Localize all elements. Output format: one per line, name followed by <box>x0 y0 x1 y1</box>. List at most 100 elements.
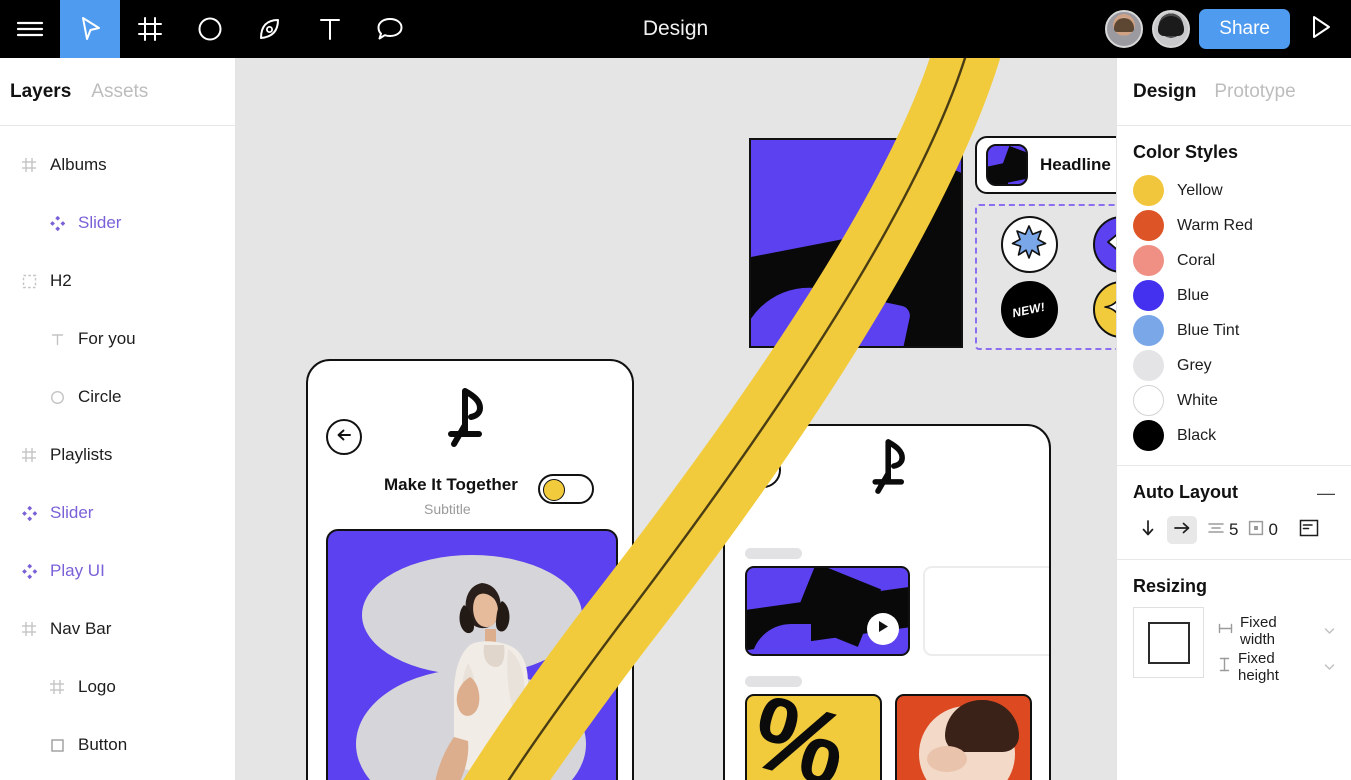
spacing-field[interactable]: 5 <box>1207 520 1238 541</box>
tab-assets[interactable]: Assets <box>91 81 148 103</box>
rewind-icon <box>1104 229 1116 260</box>
padding-field[interactable]: 0 <box>1248 520 1278 541</box>
layer-item-playlists[interactable]: Playlists <box>0 426 235 484</box>
color-style-coral[interactable]: Coral <box>1133 243 1335 278</box>
alignment-icon <box>1299 519 1319 542</box>
layer-item-logo[interactable]: Logo <box>0 658 235 716</box>
frame-tool-button[interactable] <box>120 0 180 58</box>
percent-tile[interactable]: % <box>745 694 882 780</box>
alignment-button[interactable] <box>1294 516 1324 544</box>
main-menu-button[interactable] <box>0 0 60 58</box>
phone-subtitle: Subtitle <box>424 501 471 517</box>
design-canvas[interactable]: Headline NEW! Make It Together Subtitle … <box>236 58 1116 780</box>
auto-layout-header: Auto Layout — <box>1133 482 1335 503</box>
tab-design[interactable]: Design <box>1133 81 1196 103</box>
tab-prototype[interactable]: Prototype <box>1214 81 1295 103</box>
phone-mockup-two[interactable]: % <box>723 424 1051 780</box>
color-style-blue-tint[interactable]: Blue Tint <box>1133 313 1335 348</box>
layer-item-button[interactable]: Button <box>0 716 235 774</box>
toggle-switch[interactable] <box>538 474 594 504</box>
star-8-badge[interactable] <box>1000 216 1058 273</box>
topbar-right-group: Share <box>1105 0 1341 58</box>
collapse-button[interactable]: — <box>1317 484 1335 502</box>
width-icon <box>1218 622 1233 640</box>
share-button[interactable]: Share <box>1199 9 1290 49</box>
color-style-warm-red[interactable]: Warm Red <box>1133 208 1335 243</box>
top-toolbar: Design Share <box>0 0 1351 58</box>
star-8-icon <box>1011 224 1047 265</box>
arrow-down-icon <box>1140 519 1156 542</box>
frame-icon <box>16 152 42 178</box>
layer-item-play-ui[interactable]: Play UI <box>0 542 235 600</box>
text-tool-button[interactable] <box>300 0 360 58</box>
color-style-white[interactable]: White <box>1133 383 1335 418</box>
color-style-black[interactable]: Black <box>1133 418 1335 453</box>
left-panel-tabs: Layers Assets <box>0 58 235 126</box>
direction-horizontal-button[interactable] <box>1167 516 1197 544</box>
back-button[interactable] <box>326 419 362 455</box>
headline-card[interactable]: Headline <box>975 136 1116 194</box>
frame-icon <box>16 442 42 468</box>
color-swatch <box>1133 280 1164 311</box>
color-style-label: Grey <box>1177 356 1212 374</box>
fixed-width-label: Fixed width <box>1240 614 1277 648</box>
arrow-left-icon <box>755 461 771 480</box>
color-swatch <box>1133 315 1164 346</box>
resize-preview-box[interactable] <box>1133 607 1204 678</box>
auto-layout-controls: 5 0 <box>1133 513 1335 547</box>
headline-label: Headline <box>1040 155 1111 174</box>
fixed-width-dropdown[interactable]: Fixed width <box>1218 613 1335 649</box>
layer-item-albums[interactable]: Albums <box>0 136 235 194</box>
section-title: Resizing <box>1133 576 1208 596</box>
layer-item-slider-1[interactable]: Slider <box>0 194 235 252</box>
fixed-height-dropdown[interactable]: Fixed height <box>1218 649 1335 685</box>
color-style-label: White <box>1177 391 1218 409</box>
phone-title: Make It Together <box>384 475 518 494</box>
right-panel-tabs: Design Prototype <box>1117 58 1351 126</box>
play-button[interactable] <box>867 613 899 645</box>
back-button[interactable] <box>745 452 781 488</box>
color-style-blue[interactable]: Blue <box>1133 278 1335 313</box>
layer-item-nav-bar[interactable]: Nav Bar <box>0 600 235 658</box>
present-button[interactable] <box>1299 8 1341 50</box>
pen-tool-button[interactable] <box>240 0 300 58</box>
avatar[interactable] <box>1105 10 1144 48</box>
properties-panel: Design Prototype Color Styles Yellow War… <box>1116 58 1351 780</box>
frame-icon <box>16 616 42 642</box>
layer-label: Slider <box>50 503 94 522</box>
padding-value: 0 <box>1268 520 1278 539</box>
component-icon <box>16 558 42 584</box>
badge-component-group[interactable]: NEW! <box>975 204 1116 350</box>
color-swatch <box>1133 385 1164 416</box>
phone-mockup-one[interactable]: Make It Together Subtitle <box>306 359 634 780</box>
component-icon <box>16 500 42 526</box>
component-icon <box>44 210 70 236</box>
layer-item-circle[interactable]: Circle <box>0 368 235 426</box>
direction-vertical-button[interactable] <box>1133 516 1163 544</box>
color-style-grey[interactable]: Grey <box>1133 348 1335 383</box>
empty-card[interactable] <box>923 566 1049 656</box>
shape-tool-button[interactable] <box>180 0 240 58</box>
color-style-label: Warm Red <box>1177 216 1253 234</box>
avatar[interactable] <box>1152 10 1191 48</box>
layer-item-h2[interactable]: H2 <box>0 252 235 310</box>
tab-layers[interactable]: Layers <box>10 81 71 103</box>
comment-tool-button[interactable] <box>360 0 420 58</box>
color-style-yellow[interactable]: Yellow <box>1133 173 1335 208</box>
video-card[interactable] <box>745 566 910 656</box>
text-icon <box>317 16 343 42</box>
arrow-right-icon <box>1173 520 1191 541</box>
music-note-icon <box>865 439 917 500</box>
layer-item-slider-2[interactable]: Slider <box>0 484 235 542</box>
new-badge[interactable]: NEW! <box>1000 281 1058 338</box>
portrait-tile[interactable] <box>895 694 1032 780</box>
layer-item-for-you[interactable]: For you <box>0 310 235 368</box>
padding-icon <box>1248 520 1264 541</box>
layer-label: Logo <box>78 677 116 696</box>
star-4-badge[interactable] <box>1092 281 1116 338</box>
app-logo <box>865 438 917 501</box>
hero-image-card[interactable] <box>326 529 618 780</box>
move-tool-button[interactable] <box>60 0 120 58</box>
artwork-abstract-square[interactable] <box>749 138 963 348</box>
rewind-badge[interactable] <box>1092 216 1116 273</box>
